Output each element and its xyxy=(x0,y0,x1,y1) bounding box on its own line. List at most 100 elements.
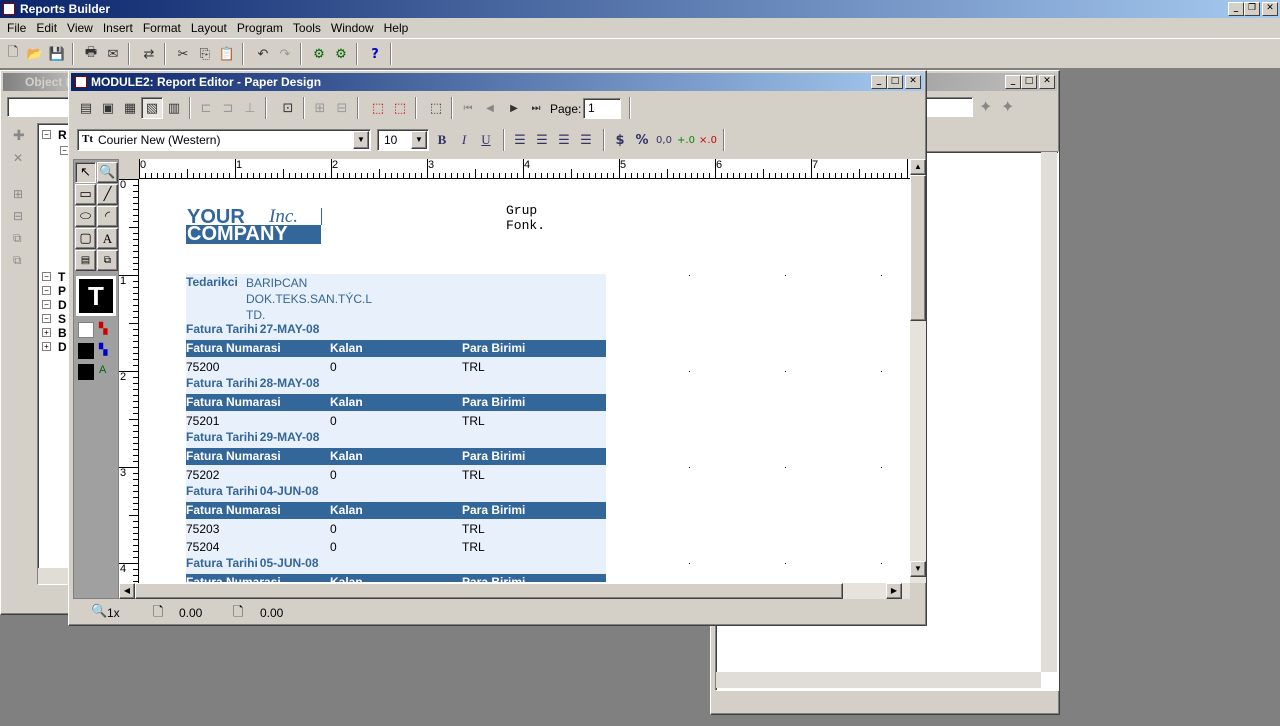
tree-item[interactable]: T xyxy=(58,270,65,284)
invoice-column-header[interactable]: Fatura Numarasi Kalan Para Birimi xyxy=(186,574,606,582)
tree-expander[interactable]: − xyxy=(42,314,51,323)
invoice-column-header[interactable]: Fatura Numarasi Kalan Para Birimi xyxy=(186,394,606,411)
invoice-date-row[interactable]: Fatura Tarihi 04-JUN-08 xyxy=(186,484,319,498)
bg-input[interactable] xyxy=(925,97,973,117)
remove-decimal-icon[interactable]: ×.0 xyxy=(697,129,719,151)
company-logo[interactable]: YOUR Inc. COMPANY xyxy=(186,206,322,245)
align-left-icon[interactable]: ☰ xyxy=(509,129,531,151)
print-icon[interactable]: 🖶 xyxy=(80,43,102,65)
web-source-view-icon[interactable]: ▣ xyxy=(97,97,119,119)
last-page-icon[interactable]: ⏭ xyxy=(525,97,547,119)
italic-icon[interactable]: I xyxy=(453,129,475,151)
paste-icon[interactable]: 📋 xyxy=(216,43,238,65)
menu-program[interactable]: Program xyxy=(232,18,288,38)
restore-button[interactable]: ❐ xyxy=(1244,2,1260,16)
select-tool-icon[interactable]: ↖ xyxy=(75,162,96,183)
add-decimal-icon[interactable]: +.0 xyxy=(675,129,697,151)
open-icon[interactable]: 📂 xyxy=(24,43,46,65)
currency-icon[interactable]: $ xyxy=(609,129,631,151)
menu-window[interactable]: Window xyxy=(326,18,379,38)
line-color-icon[interactable]: ▚ xyxy=(99,343,107,356)
ellipse-tool-icon[interactable]: ⬭ xyxy=(75,206,96,227)
collapse-icon[interactable]: ⊟ xyxy=(13,209,23,223)
group-icon[interactable]: ⊞ xyxy=(309,97,331,119)
align-right-icon[interactable]: ☰ xyxy=(553,129,575,151)
editor-close-button[interactable]: ✕ xyxy=(905,75,921,89)
invoice-date-row[interactable]: Fatura Tarihi 05-JUN-08 xyxy=(186,556,319,570)
bg-close-button[interactable]: ✕ xyxy=(1039,75,1055,89)
report-title[interactable]: Grup Fonk. xyxy=(506,203,545,233)
canvas-vscrollbar[interactable]: ▲ ▼ xyxy=(910,159,926,583)
menu-layout[interactable]: Layout xyxy=(186,18,232,38)
tree-item[interactable]: D xyxy=(58,298,67,312)
invoice-date-row[interactable]: Fatura Tarihi 28-MAY-08 xyxy=(186,376,319,390)
select-parent-icon[interactable]: ⬚ xyxy=(367,97,389,119)
help-icon[interactable]: ? xyxy=(364,43,386,65)
save-icon[interactable]: 💾 xyxy=(46,43,68,65)
hscroll-thumb[interactable] xyxy=(135,583,843,599)
arc-tool-icon[interactable]: ◜ xyxy=(97,206,118,227)
menu-tools[interactable]: Tools xyxy=(288,18,326,38)
rectangle-tool-icon[interactable]: ▭ xyxy=(75,184,96,205)
invoice-column-header[interactable]: Fatura Numarasi Kalan Para Birimi xyxy=(186,448,606,465)
invoice-row[interactable]: 75204 0 TRL xyxy=(186,538,606,555)
bg-tool-icon[interactable]: ✦ xyxy=(1001,97,1014,117)
menu-help[interactable]: Help xyxy=(379,18,414,38)
fill-color-icon[interactable]: ▚ xyxy=(99,322,107,335)
line-tool-icon[interactable]: ╱ xyxy=(97,184,118,205)
invoice-row[interactable]: 75201 0 TRL xyxy=(186,412,606,429)
font-size-dropdown-icon[interactable]: ▼ xyxy=(411,131,427,149)
convert-icon[interactable]: ⇄ xyxy=(138,43,160,65)
align-center-icon[interactable]: ☰ xyxy=(531,129,553,151)
mail-icon[interactable]: ✉ xyxy=(102,43,124,65)
expand-icon[interactable]: ✚ xyxy=(13,127,25,144)
first-page-icon[interactable]: ⏮ xyxy=(457,97,479,119)
menu-edit[interactable]: Edit xyxy=(31,18,62,38)
font-name-select[interactable]: Tt Courier New (Western) ▼ xyxy=(77,129,371,151)
menu-view[interactable]: View xyxy=(62,18,98,38)
frame-tool-icon[interactable]: ⧉ xyxy=(97,250,118,271)
tree-item[interactable]: P xyxy=(58,284,66,298)
redo-icon[interactable]: ↷ xyxy=(274,43,296,65)
justify-icon[interactable]: ☰ xyxy=(575,129,597,151)
font-size-select[interactable]: 10 ▼ xyxy=(377,129,429,151)
text-tool-icon[interactable]: A xyxy=(97,228,118,249)
bg-tool-icon[interactable]: ✦ xyxy=(979,97,992,117)
scroll-down-icon[interactable]: ▼ xyxy=(910,561,926,577)
invoice-column-header[interactable]: Fatura Numarasi Kalan Para Birimi xyxy=(186,340,606,357)
tree-expander[interactable]: + xyxy=(42,328,51,337)
magnify-tool-icon[interactable]: 🔍 xyxy=(97,162,118,183)
invoice-row[interactable]: 75202 0 TRL xyxy=(186,466,606,483)
confine-icon[interactable]: ⊏ xyxy=(195,97,217,119)
paper-layout-view-icon[interactable]: ▥ xyxy=(163,97,185,119)
editor-maximize-button[interactable]: □ xyxy=(887,75,903,89)
bg-hscrollbar[interactable] xyxy=(716,672,1041,688)
invoice-row[interactable]: 75203 0 TRL xyxy=(186,520,606,537)
new-icon[interactable]: 🗋 xyxy=(2,43,24,65)
cut-icon[interactable]: ✂ xyxy=(172,43,194,65)
vscroll-thumb[interactable] xyxy=(910,175,926,321)
undo-icon[interactable]: ↶ xyxy=(252,43,274,65)
menu-file[interactable]: File xyxy=(2,18,31,38)
tree-item[interactable]: B xyxy=(58,326,67,340)
data-model-view-icon[interactable]: ▤ xyxy=(75,97,97,119)
grid-snap-icon[interactable]: ⬚ xyxy=(425,97,447,119)
tree-expander[interactable]: − xyxy=(42,286,51,295)
minimize-button[interactable]: _ xyxy=(1228,2,1244,16)
tree-expander[interactable]: + xyxy=(42,342,51,351)
fill-color-swatch[interactable] xyxy=(78,322,94,338)
bg-vscrollbar[interactable] xyxy=(1041,152,1057,672)
percent-icon[interactable]: % xyxy=(631,129,653,151)
scroll-right-icon[interactable]: ▶ xyxy=(886,583,902,599)
layout-view-icon[interactable]: ▦ xyxy=(119,97,141,119)
expand-all-icon[interactable]: ⧉ xyxy=(13,231,22,246)
flex-icon[interactable]: ⊐ xyxy=(217,97,239,119)
font-name-dropdown-icon[interactable]: ▼ xyxy=(353,131,369,149)
canvas-hscrollbar[interactable]: ◀ ▶ xyxy=(119,583,910,599)
bg-maximize-button[interactable]: □ xyxy=(1021,75,1037,89)
invoice-row[interactable]: 75200 0 TRL xyxy=(186,358,606,375)
invoice-column-header[interactable]: Fatura Numarasi Kalan Para Birimi xyxy=(186,502,606,519)
align-icon[interactable]: ⊥ xyxy=(239,97,261,119)
ungroup-icon[interactable]: ⊟ xyxy=(331,97,353,119)
scroll-left-icon[interactable]: ◀ xyxy=(119,583,135,599)
